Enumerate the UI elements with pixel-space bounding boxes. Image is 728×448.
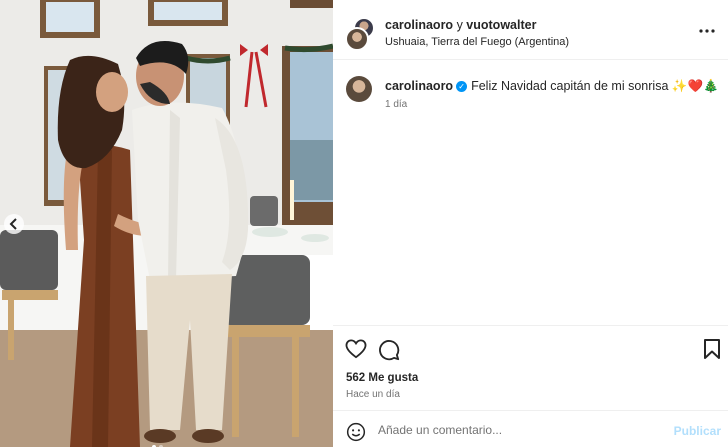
caption-emoji: ✨❤️🎄 bbox=[671, 79, 719, 93]
comment-input[interactable] bbox=[378, 421, 628, 439]
comment-icon[interactable] bbox=[378, 339, 400, 366]
post-timestamp: Hace un día bbox=[346, 389, 400, 400]
username-link[interactable]: carolinaoro bbox=[385, 18, 453, 32]
more-horizontal-icon[interactable] bbox=[698, 23, 716, 34]
post-header: carolinaoro y vuotowalter Ushuaia, Tierr… bbox=[333, 3, 728, 60]
avatar bbox=[345, 27, 369, 51]
photo-illustration bbox=[0, 0, 333, 447]
heart-icon[interactable] bbox=[345, 339, 367, 364]
smiley-icon[interactable] bbox=[346, 422, 366, 447]
caption-body: Feliz Navidad capitán de mi sonrisa bbox=[471, 79, 669, 93]
comment-bar: Publicar bbox=[333, 410, 728, 448]
carousel-indicator bbox=[152, 436, 166, 447]
collab-avatars[interactable] bbox=[345, 17, 375, 51]
collab-usernames: carolinaoro y vuotowalter bbox=[385, 18, 536, 32]
likes-count[interactable]: 562 Me gusta bbox=[346, 372, 418, 384]
location-link[interactable]: Ushuaia, Tierra del Fuego (Argentina) bbox=[385, 36, 569, 48]
caption-text: carolinaoro ✓ Feliz Navidad capitán de mi … bbox=[385, 79, 719, 94]
bookmark-icon[interactable] bbox=[703, 339, 721, 364]
chevron-left-icon bbox=[9, 218, 17, 230]
more-dots-glyph bbox=[699, 29, 715, 33]
username-link[interactable]: vuotowalter bbox=[466, 18, 536, 32]
caption-timestamp: 1 día bbox=[385, 99, 408, 110]
avatar[interactable] bbox=[346, 76, 372, 102]
post-photo[interactable] bbox=[0, 0, 333, 447]
publish-button[interactable]: Publicar bbox=[674, 424, 721, 438]
previous-photo-button[interactable] bbox=[4, 214, 24, 234]
username-joiner: y bbox=[456, 18, 463, 32]
caption-username[interactable]: carolinaoro bbox=[385, 79, 453, 93]
post-details-panel: carolinaoro y vuotowalter Ushuaia, Tierr… bbox=[333, 0, 728, 447]
verified-badge-icon: ✓ bbox=[456, 81, 468, 92]
